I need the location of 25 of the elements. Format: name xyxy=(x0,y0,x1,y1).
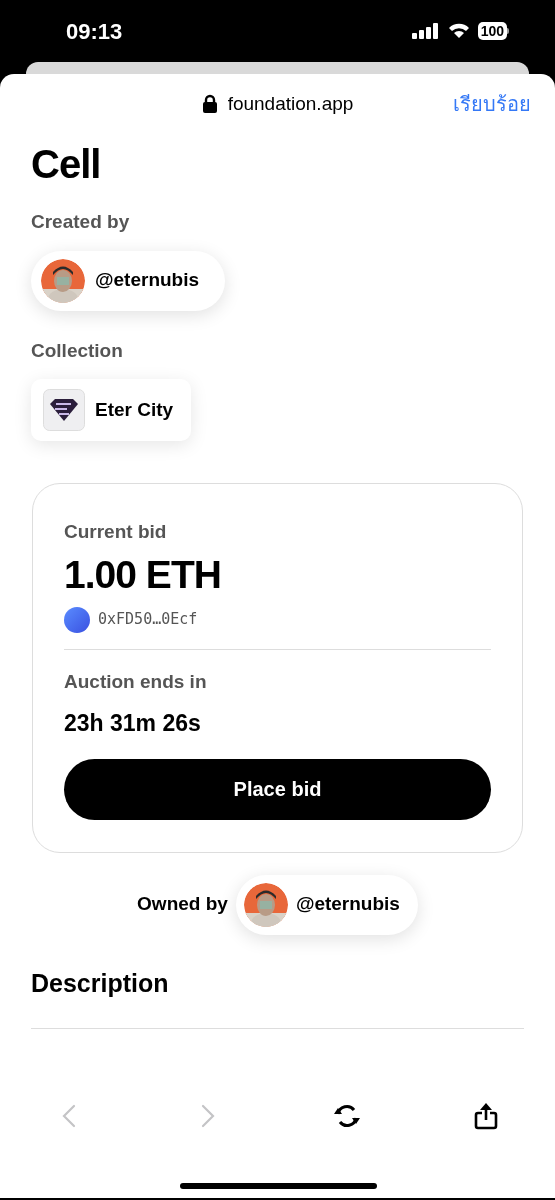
collection-chip[interactable]: Eter City xyxy=(31,379,192,441)
done-button[interactable]: เรียบร้อย xyxy=(453,89,531,119)
owner-chip[interactable]: @eternubis xyxy=(235,874,418,935)
place-bid-button[interactable]: Place bid xyxy=(64,758,491,820)
bid-label: Current bid xyxy=(64,520,168,544)
description-heading: Description xyxy=(31,967,170,999)
url-text[interactable]: foundation.app xyxy=(227,89,354,119)
clock: 09:13 xyxy=(66,17,123,46)
wifi-icon xyxy=(447,23,470,39)
collection-logo-icon xyxy=(43,389,85,431)
reload-icon[interactable] xyxy=(332,1103,361,1129)
share-icon[interactable] xyxy=(473,1102,498,1130)
section-label: Created by xyxy=(31,210,131,234)
bidder-avatar-icon xyxy=(64,606,90,633)
signal-icon xyxy=(411,23,440,39)
creator-chip[interactable]: @eternubis xyxy=(31,250,226,311)
artwork-title: Cell xyxy=(31,141,102,188)
owner-label: Owned by xyxy=(137,892,228,917)
section-label: Collection xyxy=(31,338,124,363)
bidder-address[interactable]: 0xFD50…0Ecf xyxy=(98,608,198,631)
battery-icon: 100 xyxy=(477,22,509,40)
countdown-timer: 23h 31m 26s xyxy=(64,709,202,738)
countdown-label: Auction ends in xyxy=(64,669,208,694)
lock-icon xyxy=(201,94,218,114)
bid-amount: 1.00 ETH xyxy=(64,551,222,598)
